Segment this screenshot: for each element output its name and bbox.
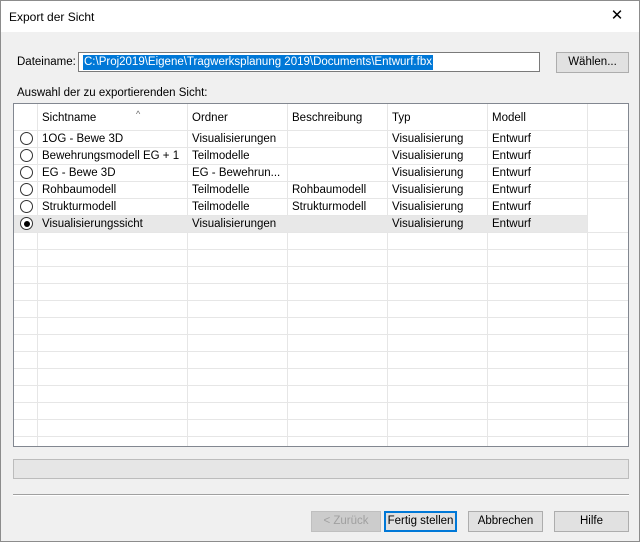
back-button[interactable]: < Zurück xyxy=(311,511,381,532)
cell-name: 1OG - Bewe 3D xyxy=(42,133,124,145)
footer-separator xyxy=(13,494,629,496)
table-row[interactable]: Strukturmodell Teilmodelle Strukturmodell V… xyxy=(14,198,628,216)
header-modell[interactable]: Modell xyxy=(492,112,526,124)
cell-model: Entwurf xyxy=(492,167,531,179)
radio-icon[interactable] xyxy=(20,149,33,162)
cell-type: Visualisierung xyxy=(392,201,464,213)
cell-type: Visualisierung xyxy=(392,218,464,230)
empty-row xyxy=(14,249,628,267)
filename-field[interactable]: C:\Proj2019\Eigene\Tragwerksplanung 2019… xyxy=(78,52,540,72)
header-ordner[interactable]: Ordner xyxy=(192,112,228,124)
table-row[interactable]: Bewehrungsmodell EG + 1 Teilmodelle Visual… xyxy=(14,147,628,165)
progress-bar xyxy=(13,459,629,479)
selection-label: Auswahl der zu exportierenden Sicht: xyxy=(17,87,208,99)
cell-folder: Teilmodelle xyxy=(192,201,250,213)
cell-type: Visualisierung xyxy=(392,150,464,162)
empty-row xyxy=(14,317,628,335)
filename-value: C:\Proj2019\Eigene\Tragwerksplanung 2019… xyxy=(83,55,433,70)
window-title: Export der Sicht xyxy=(9,10,95,24)
empty-row xyxy=(14,351,628,369)
sort-ascending-icon: ^ xyxy=(136,109,141,119)
radio-icon[interactable] xyxy=(20,132,33,145)
cell-folder: EG - Bewehrun... xyxy=(192,167,281,179)
cell-name: Visualisierungssicht xyxy=(42,218,143,230)
radio-dot-icon xyxy=(23,220,30,227)
empty-row xyxy=(14,402,628,420)
cell-name: Bewehrungsmodell EG + 1 xyxy=(42,150,180,162)
table-row[interactable]: 1OG - Bewe 3D Visualisierungen Visualisier… xyxy=(14,130,628,148)
cancel-button[interactable]: Abbrechen xyxy=(468,511,543,532)
empty-row xyxy=(14,436,628,446)
cell-folder: Visualisierungen xyxy=(192,133,277,145)
cell-type: Visualisierung xyxy=(392,167,464,179)
help-button[interactable]: Hilfe xyxy=(554,511,629,532)
radio-icon[interactable] xyxy=(20,200,33,213)
empty-row xyxy=(14,266,628,284)
export-dialog: Export der Sicht ✕ Dateiname: C:\Proj201… xyxy=(0,0,640,542)
close-icon[interactable]: ✕ xyxy=(595,1,639,32)
header-sichtname[interactable]: ^ Sichtname xyxy=(42,109,140,124)
cell-model: Entwurf xyxy=(492,133,531,145)
filename-label: Dateiname: xyxy=(17,56,76,68)
cell-folder: Teilmodelle xyxy=(192,150,250,162)
table-row[interactable]: Visualisierungssicht Visualisierungen Visu… xyxy=(14,215,587,233)
empty-row xyxy=(14,300,628,318)
cell-name: Strukturmodell xyxy=(42,201,117,213)
empty-row xyxy=(14,419,628,437)
cell-type: Visualisierung xyxy=(392,133,464,145)
table-row[interactable]: EG - Bewe 3D EG - Bewehrun... Visualisieru… xyxy=(14,164,628,182)
cell-type: Visualisierung xyxy=(392,184,464,196)
header-typ[interactable]: Typ xyxy=(392,112,411,124)
browse-button[interactable]: Wählen... xyxy=(556,52,629,73)
radio-selected-icon[interactable] xyxy=(20,217,33,230)
cell-description: Strukturmodell xyxy=(292,201,367,213)
cell-model: Entwurf xyxy=(492,201,531,213)
radio-icon[interactable] xyxy=(20,183,33,196)
view-table: ^ Sichtname Ordner Beschreibung Typ Mode… xyxy=(13,103,629,447)
empty-row xyxy=(14,283,628,301)
empty-row xyxy=(14,232,628,250)
cell-model: Entwurf xyxy=(492,184,531,196)
radio-icon[interactable] xyxy=(20,166,33,179)
cell-model: Entwurf xyxy=(492,218,531,230)
empty-row xyxy=(14,368,628,386)
header-beschreibung[interactable]: Beschreibung xyxy=(292,112,362,124)
table-row[interactable]: Rohbaumodell Teilmodelle Rohbaumodell Visua… xyxy=(14,181,628,199)
cell-folder: Visualisierungen xyxy=(192,218,277,230)
cell-folder: Teilmodelle xyxy=(192,184,250,196)
empty-row xyxy=(14,334,628,352)
cell-model: Entwurf xyxy=(492,150,531,162)
cell-name: EG - Bewe 3D xyxy=(42,167,116,179)
empty-row xyxy=(14,385,628,403)
finish-button[interactable]: Fertig stellen xyxy=(384,511,457,532)
title-bar: Export der Sicht ✕ xyxy=(1,1,639,32)
cell-name: Rohbaumodell xyxy=(42,184,117,196)
cell-description: Rohbaumodell xyxy=(292,184,367,196)
table-header: ^ Sichtname Ordner Beschreibung Typ Mode… xyxy=(14,104,628,130)
